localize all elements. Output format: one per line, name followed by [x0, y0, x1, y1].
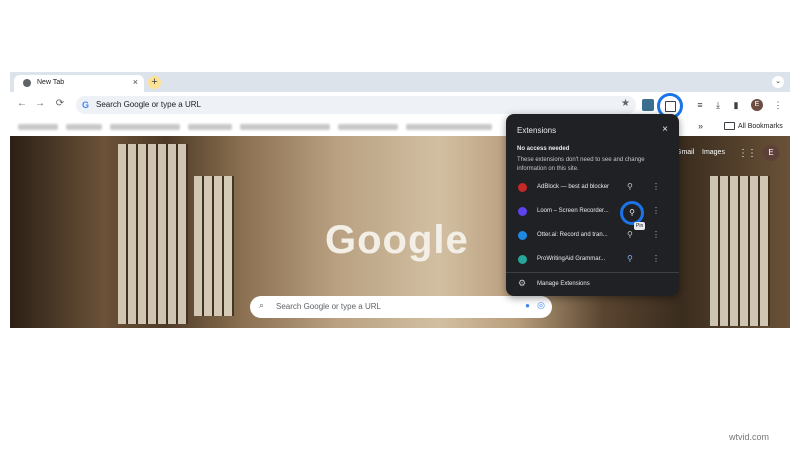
- images-link[interactable]: Images: [702, 149, 725, 156]
- more-options-icon[interactable]: ⋮: [652, 182, 660, 191]
- section-description: These extensions don't need to see and c…: [517, 157, 645, 172]
- more-options-icon[interactable]: ⋮: [652, 206, 660, 215]
- apps-grid-icon[interactable]: ⋮⋮: [738, 148, 757, 159]
- close-tab-icon[interactable]: ×: [133, 77, 138, 87]
- prowritingaid-icon: [518, 255, 527, 264]
- bookmarks-overflow-icon[interactable]: »: [698, 121, 703, 131]
- google-logo: Google: [325, 218, 469, 262]
- more-options-icon[interactable]: ⋮: [652, 230, 660, 239]
- bookmark-item[interactable]: [110, 124, 180, 130]
- google-g-icon: G: [82, 100, 90, 110]
- loom-icon: [518, 207, 527, 216]
- bookmark-item[interactable]: [66, 124, 102, 130]
- bookmark-item[interactable]: [240, 124, 330, 130]
- pinned-icon[interactable]: ⚲: [627, 254, 633, 263]
- section-heading: No access needed: [517, 146, 570, 152]
- search-placeholder: Search Google or type a URL: [276, 302, 381, 311]
- reload-icon[interactable]: ⟳: [54, 98, 66, 109]
- search-icon: ⌕: [259, 300, 265, 310]
- ntp-profile-avatar[interactable]: E: [763, 145, 779, 161]
- background-window: [194, 176, 234, 316]
- microphone-icon[interactable]: ●: [525, 301, 530, 310]
- otter-icon: [518, 231, 527, 240]
- bookmark-item[interactable]: [18, 124, 58, 130]
- extension-name: Otter.ai: Record and tran...: [537, 232, 608, 238]
- all-bookmarks-folder[interactable]: All Bookmarks: [724, 122, 783, 130]
- manage-extensions-button[interactable]: ⚙ Manage Extensions: [506, 276, 679, 292]
- forward-icon[interactable]: →: [34, 98, 46, 109]
- all-bookmarks-label: All Bookmarks: [738, 122, 783, 130]
- reading-list-icon[interactable]: ≡: [694, 99, 706, 111]
- back-icon[interactable]: ←: [16, 98, 28, 109]
- extensions-popup: Extensions × No access needed These exte…: [506, 114, 679, 296]
- pin-icon[interactable]: ⚲: [627, 182, 633, 191]
- gear-icon: ⚙: [518, 278, 527, 288]
- download-icon[interactable]: ⤓: [712, 99, 724, 111]
- menu-icon[interactable]: ⋮: [772, 99, 784, 111]
- watermark: wtvid.com: [729, 432, 770, 442]
- chrome-icon: [23, 79, 31, 87]
- popup-title: Extensions: [517, 126, 557, 135]
- extension-row-loom[interactable]: Loom – Screen Recorder... ⚲ Pin ⋮: [506, 201, 679, 230]
- bookmark-star-icon[interactable]: ★: [621, 98, 630, 109]
- extension-name: Loom – Screen Recorder...: [537, 208, 609, 214]
- close-icon[interactable]: ×: [662, 124, 668, 135]
- bookmark-item[interactable]: [188, 124, 232, 130]
- divider: [506, 272, 679, 273]
- address-bar[interactable]: G Search Google or type a URL ★: [76, 96, 636, 114]
- puzzle-icon: [665, 101, 676, 112]
- extension-row-otter[interactable]: Otter.ai: Record and tran... ⚲ ⋮: [506, 226, 679, 246]
- tab-search-dropdown-icon[interactable]: ⌄: [772, 76, 784, 88]
- background-window: [710, 176, 770, 326]
- bookmark-item[interactable]: [338, 124, 398, 130]
- manage-extensions-label: Manage Extensions: [537, 281, 590, 287]
- pin-icon[interactable]: ⚲: [627, 230, 633, 239]
- browser-window: New Tab × + ⌄ ← → ⟳ G Search Google or t…: [10, 72, 790, 328]
- more-options-icon[interactable]: ⋮: [652, 254, 660, 263]
- extension-row-adblock[interactable]: AdBlock — best ad blocker ⚲ ⋮: [506, 178, 679, 198]
- extension-row-prowritingaid[interactable]: ProWritingAid Grammar... ⚲ ⋮: [506, 250, 679, 270]
- ntp-search-box[interactable]: ⌕ Search Google or type a URL ● ◎: [250, 296, 552, 318]
- tab-title: New Tab: [37, 79, 65, 86]
- bookmark-item[interactable]: [406, 124, 492, 130]
- adblock-icon: [518, 183, 527, 192]
- new-tab-button[interactable]: +: [148, 76, 161, 89]
- extension-pinned-icon[interactable]: [642, 99, 654, 111]
- side-panel-icon[interactable]: ▮: [730, 99, 742, 111]
- background-window: [118, 144, 188, 324]
- extension-name: AdBlock — best ad blocker: [537, 184, 610, 190]
- google-lens-icon[interactable]: ◎: [537, 300, 545, 311]
- tab-new-tab[interactable]: New Tab ×: [14, 75, 144, 92]
- tab-strip: New Tab × + ⌄: [10, 72, 790, 92]
- address-bar-placeholder: Search Google or type a URL: [96, 100, 201, 109]
- folder-icon: [724, 122, 735, 130]
- extension-name: ProWritingAid Grammar...: [537, 256, 606, 262]
- profile-avatar[interactable]: E: [751, 99, 763, 111]
